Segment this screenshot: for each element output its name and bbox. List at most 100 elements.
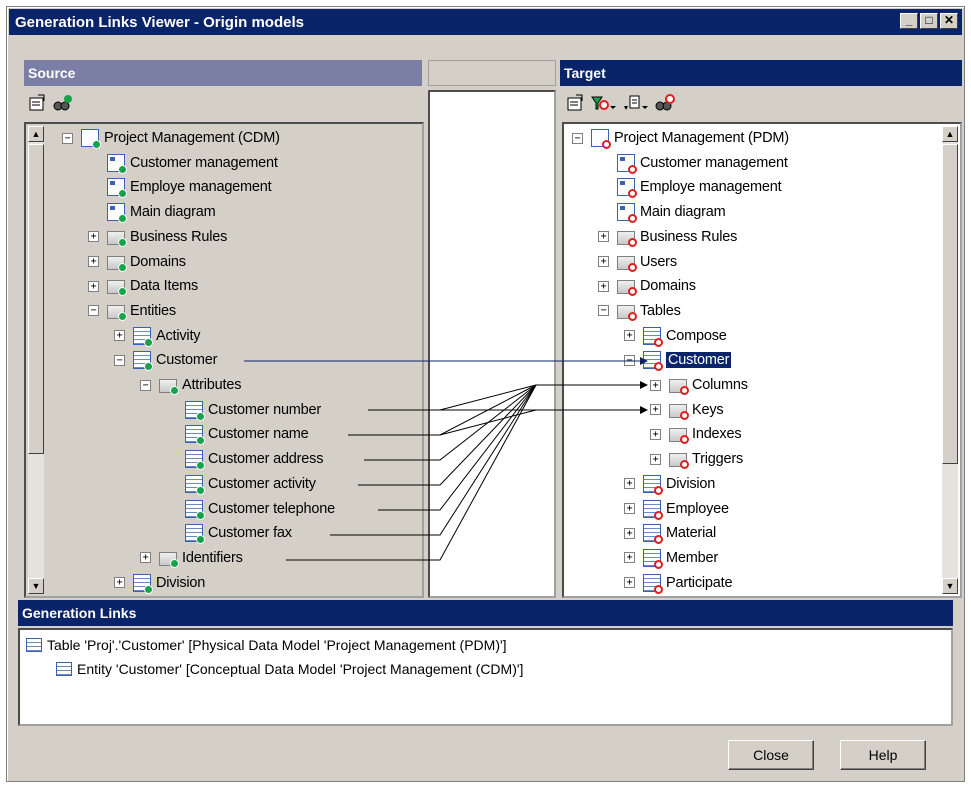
expand-icon[interactable]: + [650,404,661,416]
close-window-button[interactable]: ✕ [940,13,958,29]
tree-item[interactable]: + Domains [598,274,696,298]
tree-item[interactable]: Customer name [166,422,309,446]
tree-item[interactable]: − Project Management (CDM) [62,126,280,150]
scroll-down-button[interactable]: ▼ [28,578,44,594]
collapse-icon[interactable]: − [114,354,125,366]
title-bar[interactable]: Generation Links Viewer - Origin models … [9,9,962,35]
minimize-button[interactable]: _ [900,13,918,29]
expand-icon[interactable]: + [624,527,635,539]
expand-icon[interactable]: + [598,280,609,292]
collapse-icon[interactable]: − [572,132,583,144]
folder-icon [107,255,127,272]
expand-icon[interactable]: + [650,428,661,440]
source-scrollbar[interactable]: ▲ ▼ [28,126,44,594]
find-in-tree-icon[interactable] [52,94,74,112]
expand-icon[interactable]: + [598,256,609,267]
tree-item[interactable]: + Triggers [650,447,743,471]
link-item[interactable]: Table 'Proj'.'Customer' [Physical Data M… [26,634,507,656]
tree-item[interactable]: − Attributes [140,373,241,397]
scroll-thumb[interactable] [28,144,44,454]
link-item[interactable]: Entity 'Customer' [Conceptual Data Model… [56,658,523,680]
expand-icon[interactable]: + [624,577,635,589]
properties-icon[interactable] [28,94,46,112]
generation-links-list[interactable]: Table 'Proj'.'Customer' [Physical Data M… [18,628,953,726]
collapse-icon[interactable]: − [140,379,151,391]
tree-item[interactable]: + Keys [650,398,724,422]
expand-icon[interactable]: + [624,503,635,514]
tree-item-label: Tables [640,302,681,319]
folder-icon [617,304,637,321]
tree-item[interactable]: + Business Rules [598,225,737,249]
filter-dropdown-icon[interactable] [590,94,616,112]
tree-item[interactable]: + Compose [624,324,727,348]
tree-item[interactable]: Customer activity [166,472,316,496]
expand-icon[interactable]: + [650,453,661,465]
diagram-icon [617,178,637,199]
tree-item[interactable]: + Participate [624,571,733,595]
expand-icon[interactable]: + [88,231,99,243]
maximize-button[interactable]: □ [920,13,938,29]
entity-icon [56,662,72,676]
tree-item[interactable]: + Employee [624,497,729,521]
collapse-icon[interactable]: − [598,305,609,317]
tree-item[interactable]: + Activity [114,324,201,348]
tree-item[interactable]: Customer fax [166,521,292,545]
entity-icon [133,351,153,372]
tree-item[interactable]: Employe management [88,175,272,199]
expand-icon[interactable]: + [598,231,609,243]
tree-item-label: Domains [130,253,186,270]
tree-item[interactable]: Customer number [166,398,321,422]
tree-item-label: Material [666,525,716,542]
tree-item[interactable]: − Customer [114,348,217,372]
tree-item[interactable]: Main diagram [88,200,216,224]
tree-item[interactable]: Customer management [88,151,278,175]
expand-icon[interactable]: + [624,478,635,490]
tree-item[interactable]: + Division [624,472,715,496]
tree-item[interactable]: Customer management [598,151,788,175]
expand-icon[interactable]: + [624,552,635,564]
find-in-tree-icon[interactable] [654,94,676,112]
tree-item[interactable]: + Identifiers [140,546,243,570]
tree-item[interactable]: + Material [624,521,716,545]
expand-icon[interactable]: + [140,552,151,564]
tree-item[interactable]: + Columns [650,373,748,397]
target-panel-header: Target [560,60,962,86]
tree-item[interactable]: + Users [598,250,677,274]
tree-item[interactable]: + Data Items [88,274,198,298]
tree-item-label: Customer address [208,451,324,468]
table-icon [643,351,663,372]
scroll-thumb[interactable] [942,144,958,464]
target-scrollbar[interactable]: ▲ ▼ [942,126,958,594]
tree-item[interactable]: − Tables [598,299,681,323]
tree-item[interactable]: − Project Management (PDM) [572,126,789,150]
expand-icon[interactable]: + [114,577,125,589]
expand-icon[interactable]: + [114,330,125,342]
expand-icon[interactable]: + [650,379,661,391]
tree-item[interactable]: Customer telephone [166,497,335,521]
tree-item[interactable]: + Indexes [650,422,742,446]
tree-item[interactable]: + Business Rules [88,225,227,249]
tree-item[interactable]: Customer address [166,447,323,471]
target-tree[interactable]: − Project Management (PDM) Customer manage… [562,122,962,598]
tree-item[interactable]: Employe management [598,175,782,199]
expand-icon[interactable]: + [88,256,99,267]
properties-icon[interactable] [566,94,584,112]
close-button[interactable]: Close [728,740,814,770]
tree-item[interactable]: + Member [624,546,718,570]
tree-item[interactable]: + Division [114,571,205,595]
collapse-icon[interactable]: − [88,305,99,317]
collapse-icon[interactable]: − [624,354,635,366]
tree-item[interactable]: + Domains [88,250,186,274]
scroll-down-button[interactable]: ▼ [942,578,958,594]
tree-item[interactable]: − Customer [624,348,732,372]
sort-dropdown-icon[interactable] [622,94,648,112]
tree-item[interactable]: Main diagram [598,200,726,224]
tree-item[interactable]: − Entities [88,299,176,323]
expand-icon[interactable]: + [88,280,99,292]
collapse-icon[interactable]: − [62,132,73,144]
scroll-up-button[interactable]: ▲ [942,126,958,142]
scroll-up-button[interactable]: ▲ [28,126,44,142]
help-button[interactable]: Help [840,740,926,770]
expand-icon[interactable]: + [624,330,635,342]
source-tree[interactable]: − Project Management (CDM) Customer manage… [24,122,424,598]
